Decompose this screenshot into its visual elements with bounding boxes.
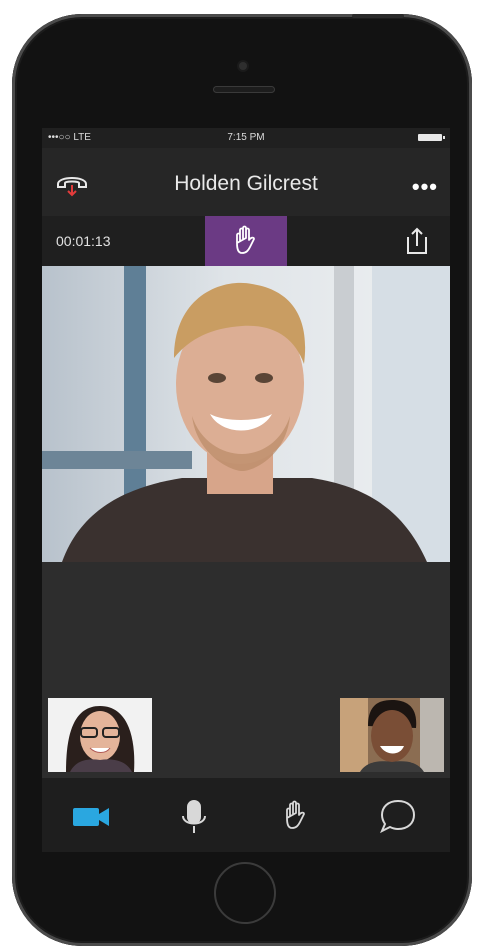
front-camera xyxy=(239,62,247,70)
earpiece-speaker xyxy=(213,86,275,93)
participant-thumbnail-left[interactable] xyxy=(48,698,152,772)
raise-hand-icon xyxy=(236,225,255,254)
hand-icon[interactable] xyxy=(271,796,321,836)
power-button xyxy=(352,14,404,18)
status-bar: •••○○ LTE 7:15 PM xyxy=(42,128,450,148)
more-icon[interactable]: ••• xyxy=(412,174,438,200)
call-toolbar: 00:01:13 xyxy=(42,216,450,266)
raise-hand-button[interactable] xyxy=(205,216,287,266)
app-screen: •••○○ LTE 7:15 PM Holden Gilcrest ••• 00… xyxy=(42,128,450,852)
microphone-icon[interactable] xyxy=(169,796,219,836)
call-header: Holden Gilcrest ••• xyxy=(42,148,450,216)
status-time: 7:15 PM xyxy=(227,132,265,143)
main-video-feed xyxy=(42,266,450,562)
video-camera-icon[interactable] xyxy=(67,796,117,836)
share-icon[interactable] xyxy=(402,226,432,261)
call-controls-bar xyxy=(42,778,450,852)
participant-thumbnail-right[interactable] xyxy=(340,698,444,772)
chat-icon[interactable] xyxy=(373,796,423,836)
contact-name: Holden Gilcrest xyxy=(174,172,318,195)
battery-icon xyxy=(418,134,445,141)
home-button[interactable] xyxy=(214,862,276,924)
call-duration: 00:01:13 xyxy=(56,233,111,249)
